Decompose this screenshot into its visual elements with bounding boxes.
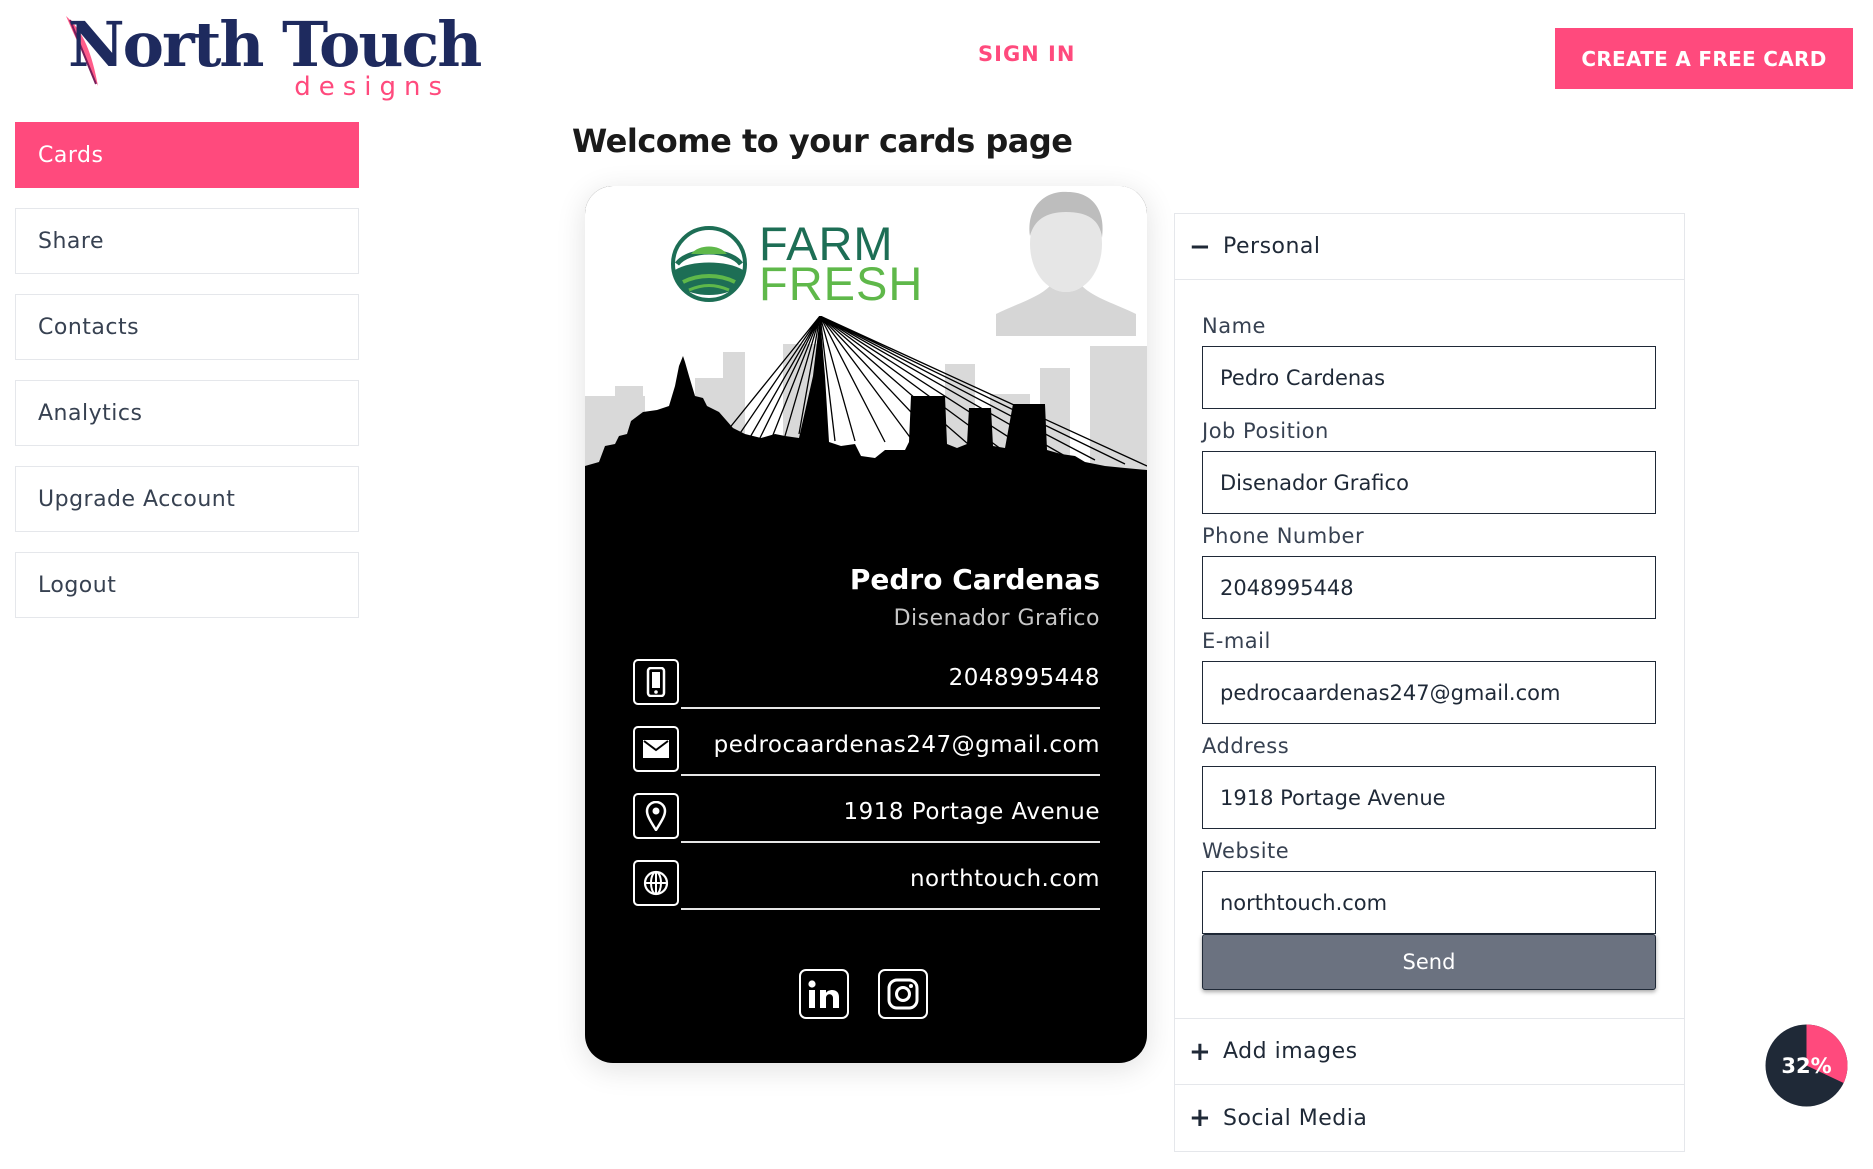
job-position-label: Job Position xyxy=(1202,419,1329,443)
address-field[interactable] xyxy=(1202,766,1656,829)
plus-icon: + xyxy=(1189,1036,1212,1067)
divider xyxy=(681,707,1100,709)
page-title: Welcome to your cards page xyxy=(572,122,1073,160)
city-skyline-graphic xyxy=(585,316,1147,516)
progress-label: 32% xyxy=(1781,1053,1832,1078)
business-card-preview: FARM FRESH Pedro Cardenas Disenador Graf… xyxy=(585,186,1147,1063)
instagram-icon[interactable] xyxy=(878,969,928,1019)
personal-section-header[interactable]: − Personal xyxy=(1175,214,1684,280)
card-editor-panel: − Personal Name Job Position Phone Numbe… xyxy=(1174,213,1685,1152)
divider xyxy=(681,841,1100,843)
farm-fresh-brand-logo: FARM FRESH xyxy=(669,220,924,310)
website-field[interactable] xyxy=(1202,871,1656,934)
logo-title: North Touch xyxy=(68,8,482,81)
sidebar-item-share[interactable]: Share xyxy=(15,208,359,274)
sidebar-nav: Cards Share Contacts Analytics Upgrade A… xyxy=(15,122,359,638)
add-images-section-header[interactable]: + Add images xyxy=(1175,1019,1684,1085)
card-website: northtouch.com xyxy=(909,866,1100,892)
name-field[interactable] xyxy=(1202,346,1656,409)
profile-avatar xyxy=(996,186,1136,336)
divider xyxy=(681,908,1100,910)
mail-icon xyxy=(633,726,679,772)
website-label: Website xyxy=(1202,839,1290,863)
brand-line-2: FRESH xyxy=(759,257,924,310)
brand-logo[interactable]: North Touch designs xyxy=(62,14,482,104)
sidebar-item-cards[interactable]: Cards xyxy=(15,122,359,188)
linkedin-icon[interactable] xyxy=(799,969,849,1019)
sign-in-link[interactable]: SIGN IN xyxy=(978,42,1075,66)
card-email-row: pedrocaardenas247@gmail.com xyxy=(633,726,1100,776)
card-address-row: 1918 Portage Avenue xyxy=(633,793,1100,843)
email-field[interactable] xyxy=(1202,661,1656,724)
create-free-card-button[interactable]: CREATE A FREE CARD xyxy=(1555,28,1853,89)
location-pin-icon xyxy=(633,793,679,839)
farm-fresh-emblem-icon xyxy=(671,226,747,302)
send-button[interactable]: Send xyxy=(1202,934,1656,990)
phone-icon xyxy=(633,659,679,705)
card-phone-row: 2048995448 xyxy=(633,659,1100,709)
personal-section-label: Personal xyxy=(1223,234,1321,259)
sidebar-item-logout[interactable]: Logout xyxy=(15,552,359,618)
card-email: pedrocaardenas247@gmail.com xyxy=(713,732,1100,758)
social-media-section-header[interactable]: + Social Media xyxy=(1175,1085,1684,1151)
logo-subtitle: designs xyxy=(294,72,450,102)
phone-number-field[interactable] xyxy=(1202,556,1656,619)
email-label: E-mail xyxy=(1202,629,1271,653)
sidebar-item-analytics[interactable]: Analytics xyxy=(15,380,359,446)
card-person-name: Pedro Cardenas xyxy=(849,563,1100,596)
personal-form: Name Job Position Phone Number E-mail Ad… xyxy=(1175,280,1684,1019)
social-media-label: Social Media xyxy=(1223,1105,1368,1131)
minus-icon: − xyxy=(1189,231,1212,262)
divider xyxy=(681,774,1100,776)
sidebar-item-upgrade-account[interactable]: Upgrade Account xyxy=(15,466,359,532)
plus-icon: + xyxy=(1189,1103,1212,1133)
address-label: Address xyxy=(1202,734,1290,758)
card-address: 1918 Portage Avenue xyxy=(843,799,1100,825)
globe-icon xyxy=(633,860,679,906)
sidebar-item-contacts[interactable]: Contacts xyxy=(15,294,359,360)
card-job-title: Disenador Grafico xyxy=(893,606,1100,631)
add-images-label: Add images xyxy=(1223,1039,1358,1064)
card-website-row: northtouch.com xyxy=(633,860,1100,910)
job-position-field[interactable] xyxy=(1202,451,1656,514)
name-label: Name xyxy=(1202,314,1266,338)
phone-number-label: Phone Number xyxy=(1202,524,1365,548)
card-phone: 2048995448 xyxy=(948,665,1100,691)
profile-completion-indicator[interactable]: 32% xyxy=(1765,1024,1848,1107)
